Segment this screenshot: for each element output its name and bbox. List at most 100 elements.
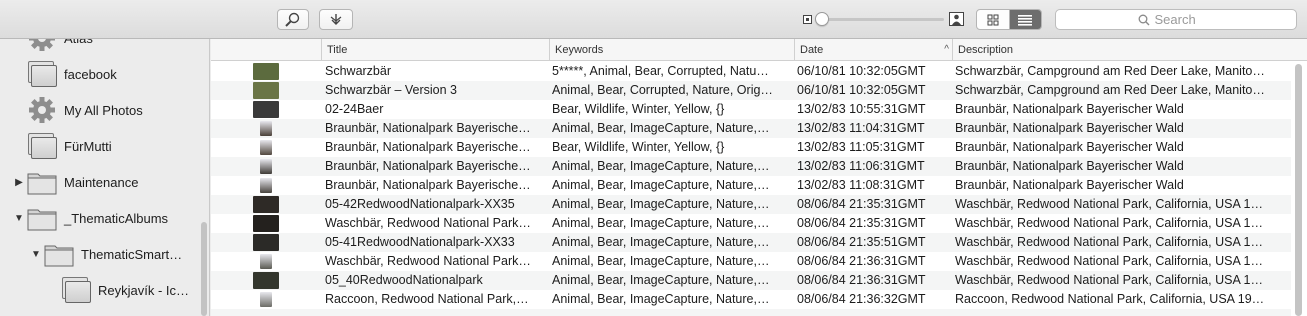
cell-keywords: Animal, Bear, ImageCapture, Nature,…: [552, 235, 770, 249]
search-field[interactable]: [1055, 9, 1297, 30]
cell-keywords: Animal, Bear, ImageCapture, Nature,…: [552, 254, 770, 268]
search-input[interactable]: [1154, 12, 1215, 27]
list-icon: [1018, 14, 1033, 26]
sidebar-item[interactable]: ▼ _ThematicAlbums: [12, 201, 168, 235]
table-row[interactable]: 05-42RedwoodNationalpark-XX35 Animal, Bea…: [211, 195, 1291, 214]
sidebar-item[interactable]: Reykjavík - Ic…: [46, 273, 189, 307]
photo-thumbnail: [253, 234, 279, 251]
column-header-keywords[interactable]: Keywords: [549, 39, 794, 61]
cell-title: Waschbär, Redwood National Park…: [325, 216, 531, 230]
search-icon: [1138, 14, 1149, 25]
sidebar-scrollbar[interactable]: [201, 222, 207, 316]
table-row[interactable]: Braunbär, Nationalpark Bayerische… Animal…: [211, 176, 1291, 195]
column-header-thumbnail[interactable]: [211, 39, 321, 61]
cell-keywords: Animal, Bear, ImageCapture, Nature,…: [552, 121, 770, 135]
disclosure-triangle-icon[interactable]: ▼: [12, 213, 26, 224]
cell-date: 13/02/83 11:04:31GMT: [797, 121, 925, 135]
cell-title: Braunbär, Nationalpark Bayerische…: [325, 140, 531, 154]
column-header-title[interactable]: Title: [321, 39, 549, 61]
photo-thumbnail: [253, 139, 279, 156]
folder-icon: [26, 167, 58, 197]
sidebar-item[interactable]: FürMutti: [12, 129, 112, 163]
list-view-button[interactable]: [1009, 10, 1041, 29]
large-thumbnail-icon: [949, 12, 964, 26]
photo-thumbnail: [253, 158, 279, 175]
table-row[interactable]: Braunbär, Nationalpark Bayerische… Animal…: [211, 157, 1291, 176]
sidebar-item[interactable]: Atlas: [12, 39, 93, 55]
sort-ascending-icon: ^: [944, 44, 949, 55]
sidebar-item[interactable]: facebook: [12, 57, 117, 91]
cell-title: 02-24Baer: [325, 102, 384, 116]
photo-thumbnail: [253, 101, 279, 118]
photo-table: Title Keywords Date ^ Description Schwar…: [211, 39, 1307, 316]
album-icon: [26, 59, 58, 89]
slider-track[interactable]: [816, 18, 944, 21]
disclosure-triangle-icon[interactable]: ▶: [12, 177, 26, 188]
photo-thumbnail: [253, 253, 279, 270]
table-row[interactable]: Raccoon, Redwood National Park,… Animal, …: [211, 290, 1291, 309]
import-button[interactable]: [319, 9, 353, 30]
cell-title: 05-42RedwoodNationalpark-XX35: [325, 197, 515, 211]
table-scrollbar[interactable]: [1295, 64, 1302, 316]
disclosure-triangle-icon[interactable]: ▼: [29, 249, 43, 260]
cell-date: 08/06/84 21:36:32GMT: [797, 292, 926, 306]
cell-date: 13/02/83 10:55:31GMT: [797, 102, 926, 116]
album-icon: [60, 275, 92, 305]
sidebar-item-label: Reykjavík - Ic…: [98, 282, 190, 298]
cell-keywords: Animal, Bear, Corrupted, Nature, Orig…: [552, 83, 773, 97]
sidebar-item[interactable]: My All Photos: [12, 93, 143, 127]
table-row[interactable]: 02-24Baer Bear, Wildlife, Winter, Yellow,…: [211, 100, 1291, 119]
slider-thumb[interactable]: [815, 12, 830, 26]
table-header: Title Keywords Date ^ Description: [211, 39, 1307, 61]
table-row[interactable]: 05_40RedwoodNationalpark Animal, Bear, Im…: [211, 271, 1291, 290]
sidebar-item[interactable]: ▶ Maintenance: [12, 165, 138, 199]
cell-description: Schwarzbär, Campground am Red Deer Lake,…: [955, 83, 1265, 97]
thumbnail-size-slider[interactable]: [800, 11, 966, 27]
table-row[interactable]: Waschbär, Redwood National Park… Animal, …: [211, 252, 1291, 271]
toolbar: [0, 0, 1307, 39]
cell-description: Schwarzbär, Campground am Red Deer Lake,…: [955, 64, 1265, 78]
cell-date: 13/02/83 11:08:31GMT: [797, 178, 925, 192]
photo-thumbnail: [253, 272, 279, 289]
cell-description: Waschbär, Redwood National Park, Califor…: [955, 216, 1264, 230]
cell-keywords: Animal, Bear, ImageCapture, Nature,…: [552, 216, 770, 230]
zoom-button[interactable]: [277, 9, 309, 30]
import-arrow-icon: [330, 13, 342, 25]
cell-date: 06/10/81 10:32:05GMT: [797, 83, 926, 97]
sidebar: Atlas facebook My All Photos FürMutti ▶ Maint…: [0, 39, 210, 316]
sidebar-item-label: Atlas: [64, 39, 93, 46]
photo-thumbnail: [253, 82, 279, 99]
table-row[interactable]: 05-41RedwoodNationalpark-XX33 Animal, Bea…: [211, 233, 1291, 252]
table-row[interactable]: Schwarzbär – Version 3 Animal, Bear, Corr…: [211, 81, 1291, 100]
photo-thumbnail: [253, 291, 279, 308]
sidebar-item-label: My All Photos: [64, 102, 143, 118]
photo-thumbnail: [253, 196, 279, 213]
grid-icon: [987, 14, 999, 25]
cell-description: Waschbär, Redwood National Park, Califor…: [955, 235, 1264, 249]
cell-date: 13/02/83 11:06:31GMT: [797, 159, 925, 173]
cell-date: 08/06/84 21:35:31GMT: [797, 197, 926, 211]
sidebar-item-label: _ThematicAlbums: [64, 210, 169, 226]
column-header-description[interactable]: Description: [952, 39, 1291, 61]
cell-keywords: Animal, Bear, ImageCapture, Nature,…: [552, 197, 770, 211]
cell-keywords: Bear, Wildlife, Winter, Yellow, {}: [552, 140, 725, 154]
table-row[interactable]: Braunbär, Nationalpark Bayerische… Bear, …: [211, 138, 1291, 157]
cell-description: Waschbär, Redwood National Park, Califor…: [955, 254, 1264, 268]
table-row[interactable]: Schwarzbär 5*****, Animal, Bear, Corrupte…: [211, 62, 1291, 81]
column-header-date[interactable]: Date ^: [794, 39, 952, 61]
table-row[interactable]: Waschbär, Redwood National Park… Animal, …: [211, 214, 1291, 233]
photo-thumbnail: [253, 63, 279, 80]
table-row[interactable]: Braunbär, Nationalpark Bayerische… Animal…: [211, 119, 1291, 138]
sidebar-item[interactable]: ▼ ThematicSmart…: [29, 237, 182, 271]
cell-keywords: Animal, Bear, ImageCapture, Nature,…: [552, 292, 770, 306]
cell-title: 05_40RedwoodNationalpark: [325, 273, 483, 287]
gear-icon: [26, 39, 58, 53]
cell-title: 05-41RedwoodNationalpark-XX33: [325, 235, 515, 249]
sidebar-item-label: Maintenance: [64, 174, 139, 190]
grid-view-button[interactable]: [977, 10, 1009, 29]
table-row[interactable]: [211, 309, 1291, 316]
photo-thumbnail: [253, 120, 279, 137]
photo-thumbnail: [253, 215, 279, 232]
cell-title: Raccoon, Redwood National Park,…: [325, 292, 529, 306]
cell-description: Braunbär, Nationalpark Bayerischer Wald: [955, 159, 1184, 173]
